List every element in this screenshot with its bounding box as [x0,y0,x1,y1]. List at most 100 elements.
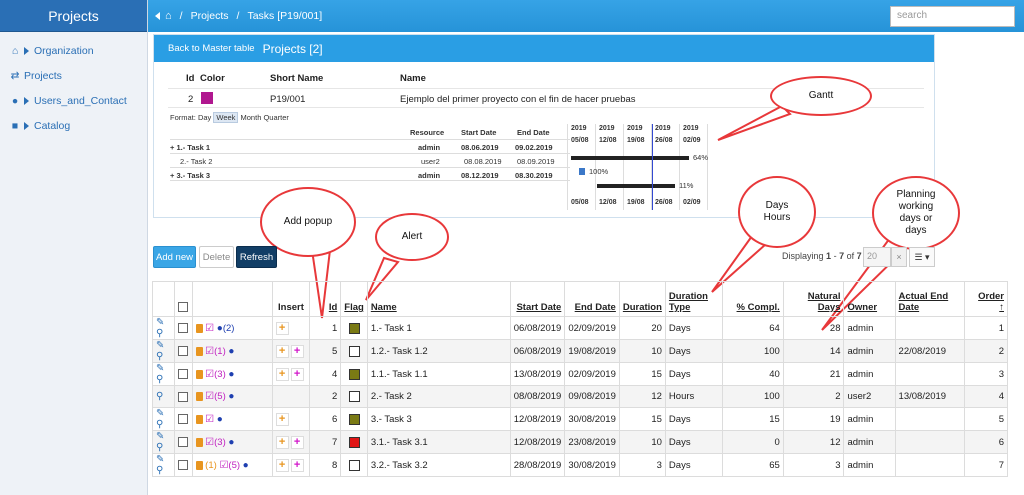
document-icon[interactable] [195,369,203,379]
sidebar-item-projects[interactable]: ⇄ Projects [0,63,147,88]
table-row[interactable]: ✎⚲ ☑ ● +6 3.- Task 3 12/08/2019 30/08/2019 15… [152,407,1009,432]
row-checkbox[interactable] [178,391,189,402]
search-input[interactable]: search [890,6,1015,27]
pencil-icon[interactable]: ✎ [156,363,164,374]
col-duration[interactable]: Duration [618,281,666,317]
add-child-icon[interactable]: + [290,344,304,358]
row-checkbox[interactable] [178,346,189,357]
row-checkbox[interactable] [178,323,189,333]
row-checkbox[interactable] [178,460,189,471]
search-icon[interactable]: ⚲ [156,374,163,385]
select-all-checkbox[interactable] [178,302,189,313]
format-week[interactable]: Week [213,112,239,123]
gantt-bar-task2[interactable] [579,168,585,175]
col-natural-days[interactable]: Natural Days [782,281,845,317]
user-icon[interactable]: ● [228,391,234,402]
gantt-row[interactable]: + 1.- Task 1 admin 08.06.2019 09.02.2019 [170,139,570,153]
user-icon[interactable]: ● [243,460,249,471]
gantt-bar-task1[interactable] [571,156,689,160]
user-icon[interactable]: ● [228,346,234,357]
back-to-master-link[interactable]: Back to Master table [168,43,255,54]
add-child-icon[interactable]: + [290,435,304,449]
pencil-icon[interactable]: ✎ [156,431,164,442]
user-icon[interactable]: ● [217,414,223,425]
search-icon[interactable]: ⚲ [156,328,163,339]
flag-swatch[interactable] [348,368,360,380]
checklist-icon[interactable]: ☑ [205,414,214,425]
add-child-icon[interactable]: + [290,458,304,472]
table-row[interactable]: ✎⚲ ☑(3) ● + +7 3.1.- Task 3.1 12/08/2019 23/0… [152,430,1009,455]
document-icon[interactable] [195,346,203,356]
back-icon[interactable] [155,12,160,20]
add-sibling-icon[interactable]: + [275,412,289,426]
row-checkbox[interactable] [178,437,189,448]
user-icon[interactable]: ● [228,437,234,448]
table-row[interactable]: ✎⚲ (1) ☑(5) ● + +8 3.2.- Task 3.2 28/08/2019… [152,453,1009,478]
add-sibling-icon[interactable]: + [275,435,289,449]
sidebar-item-users[interactable]: ● Users_and_Contact [0,88,147,113]
pencil-icon[interactable]: ✎ [156,454,164,465]
col-flag[interactable]: Flag [340,281,368,317]
table-row[interactable]: ⚲ ☑(5) ● 2 2.- Task 2 08/08/2019 09/08/2019 1… [152,385,1009,409]
search-icon[interactable]: ⚲ [156,465,163,476]
page-size-input[interactable]: 20 [863,247,891,267]
pencil-icon[interactable]: ✎ [156,408,164,419]
col-end-date[interactable]: End Date [564,281,620,317]
col-start-date[interactable]: Start Date [509,281,566,317]
gantt-bar-task3[interactable] [597,184,675,188]
col-id[interactable]: Id [309,281,342,317]
breadcrumb-projects[interactable]: Projects [191,10,229,22]
user-icon[interactable]: ● [228,369,234,380]
gantt-row[interactable]: + 3.- Task 3 admin 08.12.2019 08.30.2019 [170,167,570,181]
document-icon[interactable] [195,460,203,470]
checklist-icon[interactable]: ☑ [205,346,214,357]
delete-button[interactable]: Delete [199,246,234,268]
col-name[interactable]: Name [366,281,511,317]
col-order[interactable]: Order ↑ [963,281,1009,317]
search-icon[interactable]: ⚲ [156,419,163,430]
flag-swatch[interactable] [348,345,360,357]
add-sibling-icon[interactable]: + [275,344,289,358]
table-row[interactable]: ✎⚲ ☑(3) ● + +4 1.1.- Task 1.1 13/08/2019 02/0… [152,362,1009,387]
list-icon[interactable]: ☰ ▾ [909,247,935,267]
format-month[interactable]: Month [241,113,262,122]
pencil-icon[interactable]: ✎ [156,340,164,351]
table-row[interactable]: ✎⚲ ☑ ●(2) +1 1.- Task 1 06/08/2019 02/09/201… [152,315,1009,341]
home-icon[interactable]: ⌂ [165,10,172,22]
add-new-button[interactable]: Add new [153,246,196,268]
col-actual-end[interactable]: Actual End Date [894,281,965,317]
flag-swatch[interactable] [348,436,360,448]
flag-swatch[interactable] [348,322,360,334]
search-icon[interactable]: ⚲ [156,391,163,402]
gantt-row[interactable]: 2.- Task 2 user2 08.08.2019 08.09.2019 [170,153,570,167]
add-child-icon[interactable]: + [290,367,304,381]
search-icon[interactable]: ⚲ [156,351,163,362]
document-icon[interactable] [195,323,203,333]
col-duration-type[interactable]: Duration Type [664,281,724,317]
add-sibling-icon[interactable]: + [275,321,289,335]
col-compl[interactable]: % Compl. [722,281,784,317]
flag-swatch[interactable] [348,413,360,425]
checklist-icon[interactable]: ☑ [205,437,214,448]
row-checkbox[interactable] [178,369,189,380]
add-sibling-icon[interactable]: + [275,458,289,472]
clear-icon[interactable]: × [891,247,907,267]
col-owner[interactable]: Owner [843,281,896,317]
document-icon[interactable] [195,392,203,402]
flag-swatch[interactable] [348,459,360,471]
document-icon[interactable] [195,414,203,424]
format-quarter[interactable]: Quarter [263,113,288,122]
sidebar-item-catalog[interactable]: ■ Catalog [0,113,147,138]
table-row[interactable]: ✎⚲ ☑(1) ● + +5 1.2.- Task 1.2 06/08/2019 19/0… [152,339,1009,364]
format-day[interactable]: Day [198,113,211,122]
document-icon[interactable] [195,437,203,447]
checklist-icon[interactable]: ☑ [205,369,214,380]
checklist-icon[interactable]: ☑ [205,391,214,402]
sidebar-item-organization[interactable]: ⌂ Organization [0,38,147,63]
flag-swatch[interactable] [348,391,360,403]
add-sibling-icon[interactable]: + [275,367,289,381]
refresh-button[interactable]: Refresh [236,246,277,268]
row-checkbox[interactable] [178,414,189,425]
breadcrumb-tasks[interactable]: Tasks [P19/001] [247,10,322,22]
checklist-icon[interactable]: ☑ [205,323,214,334]
